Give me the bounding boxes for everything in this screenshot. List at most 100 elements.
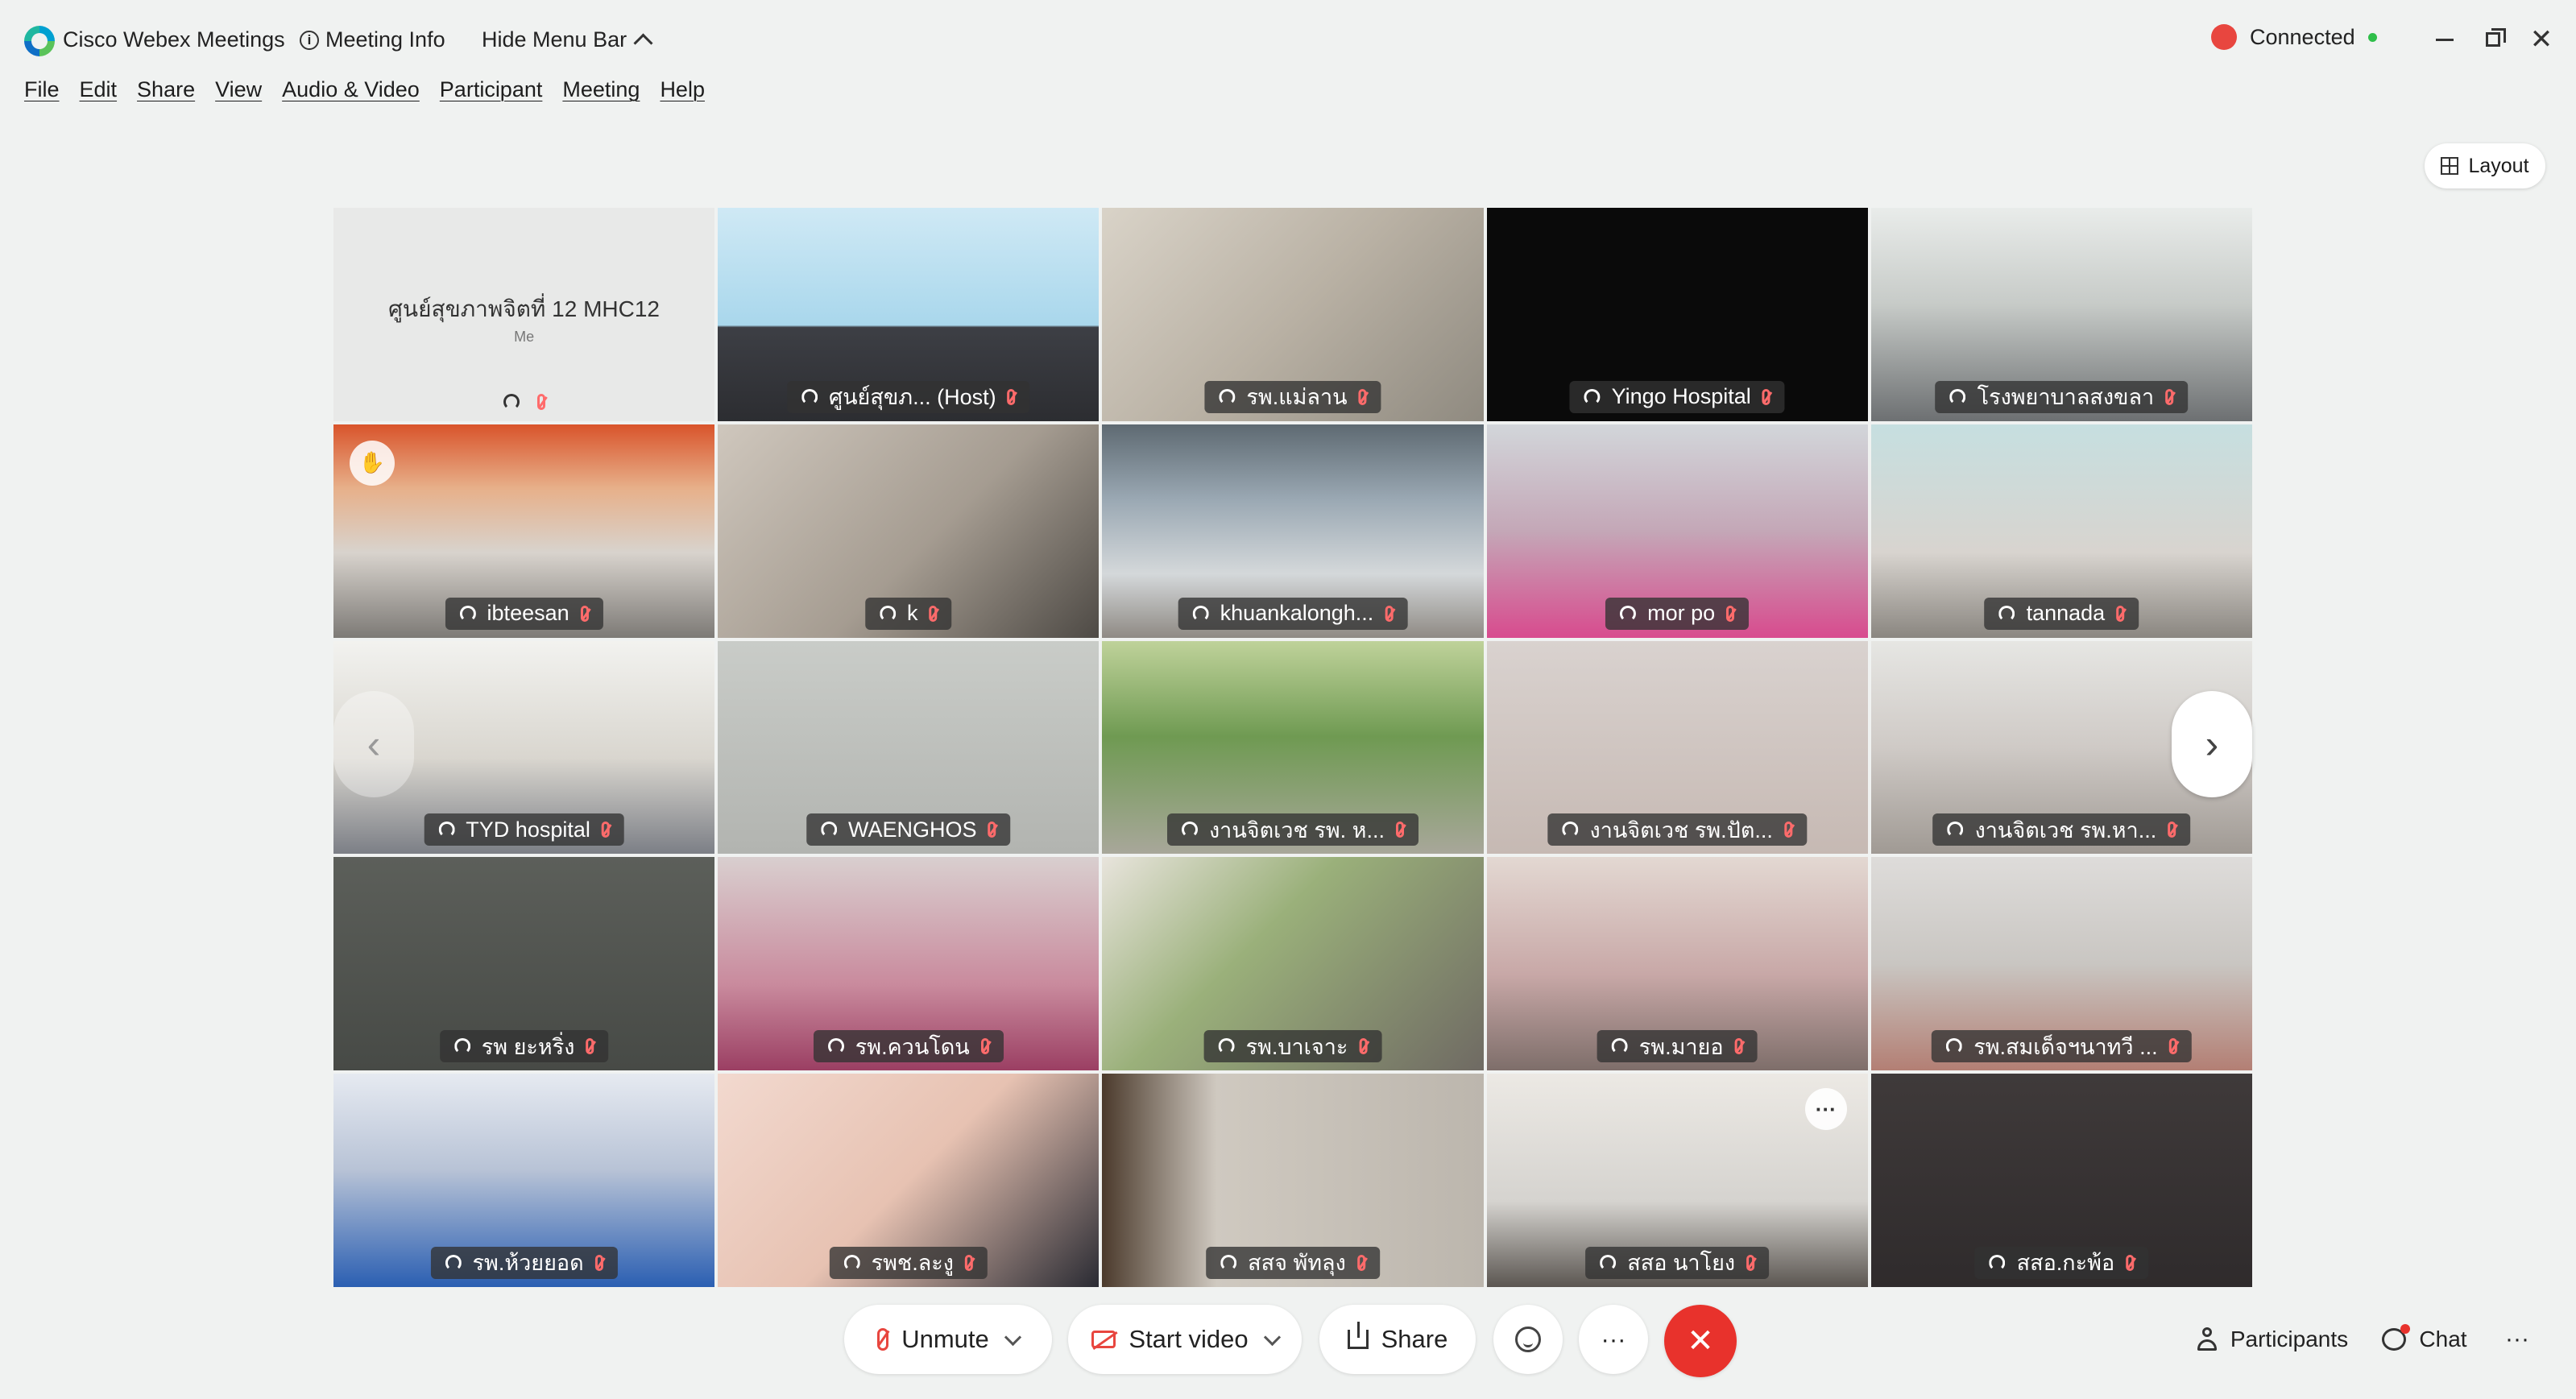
menu-share[interactable]: Share [137, 77, 195, 102]
close-button[interactable]: ✕ [2521, 19, 2562, 60]
layout-label: Layout [2468, 154, 2529, 177]
mic-muted-icon [1358, 388, 1367, 405]
more-icon: ··· [1601, 1325, 1626, 1353]
participant-video-tile[interactable]: รพ.ห้วยยอด [333, 1074, 715, 1287]
participant-video-tile[interactable]: สสอ.กะพ้อ [1870, 1074, 2252, 1287]
participant-video-tile[interactable]: k [718, 424, 1100, 638]
participant-video-tile[interactable]: ศูนย์สุขภ... (Host) [718, 208, 1100, 421]
minimize-icon [2436, 38, 2454, 41]
tile-more-options-button[interactable]: ··· [1804, 1088, 1847, 1131]
layout-button[interactable]: Layout [2425, 143, 2545, 188]
grid-layout-icon [2441, 157, 2459, 175]
close-icon: ✕ [1687, 1323, 1714, 1359]
participant-video-tile[interactable]: ··· สสอ นาโยง [1486, 1074, 1868, 1287]
mic-muted-icon [2168, 822, 2176, 838]
menu-view[interactable]: View [215, 77, 262, 102]
menu-file[interactable]: File [24, 77, 60, 102]
unmute-button[interactable]: Unmute [844, 1305, 1052, 1374]
audio-icon [453, 1038, 470, 1055]
mic-muted-icon [877, 1328, 889, 1351]
menu-participant[interactable]: Participant [440, 77, 543, 102]
participant-name: mor po [1647, 601, 1716, 626]
audio-icon [880, 605, 897, 622]
participant-name-label: รพ.สมเด็จฯนาทวี ... [1932, 1030, 2192, 1063]
participant-video-tile[interactable]: รพช.ละงู [718, 1074, 1100, 1287]
participant-video-tile[interactable]: khuankalongh... [1102, 424, 1484, 638]
chevron-down-icon[interactable] [1004, 1328, 1021, 1346]
chat-button[interactable]: Chat [2368, 1305, 2481, 1374]
self-name: ศูนย์สุขภาพจิตที่ 12 MHC12 [388, 296, 661, 321]
participant-name: งานจิตเวช รพ.หา... [1974, 817, 2157, 842]
audio-icon [1218, 1038, 1235, 1055]
participant-video-tile[interactable]: ✋ ibteesan [333, 424, 715, 638]
share-icon [1347, 1322, 1369, 1349]
info-icon: i [300, 30, 319, 50]
mic-muted-icon [2165, 388, 2174, 405]
participant-name-label: งานจิตเวช รพ.หา... [1932, 813, 2191, 846]
participant-name-label: khuankalongh... [1178, 597, 1408, 630]
previous-page-button[interactable]: ‹ [333, 691, 414, 797]
smile-icon [1515, 1327, 1541, 1352]
participant-name-label: งานจิตเวช รพ.ปัต... [1547, 813, 1807, 846]
leave-meeting-button[interactable]: ✕ [1664, 1305, 1737, 1377]
menu-meeting[interactable]: Meeting [562, 77, 640, 102]
participant-video-tile[interactable]: สสจ พัทลุง [1102, 1074, 1484, 1287]
participant-name-label: TYD hospital [424, 813, 624, 846]
participant-video-tile[interactable]: Yingo Hospital [1486, 208, 1868, 421]
mic-muted-icon [1726, 605, 1735, 622]
chevron-right-icon: › [2205, 722, 2219, 767]
menu-help[interactable]: Help [660, 77, 705, 102]
participant-video-tile[interactable]: mor po [1486, 424, 1868, 638]
participant-name: ibteesan [487, 601, 569, 626]
participants-button[interactable]: Participants [2167, 1305, 2378, 1374]
mic-muted-icon [586, 1038, 594, 1055]
audio-icon [445, 1254, 462, 1271]
video-off-icon [1091, 1331, 1116, 1348]
participant-video-tile[interactable]: รพ.สมเด็จฯนาทวี ... [1870, 857, 2252, 1071]
participant-video-tile[interactable]: งานจิตเวช รพ. ห... [1102, 640, 1484, 855]
participant-video-tile[interactable]: รพ.ควนโดน [718, 857, 1100, 1071]
next-page-button[interactable]: › [2172, 691, 2252, 797]
hide-menu-bar-button[interactable]: Hide Menu Bar [482, 27, 653, 53]
participant-name-label: รพ.ควนโดน [813, 1030, 1004, 1063]
menu-edit[interactable]: Edit [80, 77, 118, 102]
video-grid: ศูนย์สุขภาพจิตที่ 12 MHC12 Me ศูนย์สุขภ.… [333, 208, 2252, 1287]
participant-video-tile[interactable]: งานจิตเวช รพ.ปัต... [1486, 640, 1868, 855]
restore-button[interactable] [2473, 19, 2513, 60]
mic-muted-icon [1385, 605, 1394, 622]
participant-video-tile[interactable]: โรงพยาบาลสงขลา [1870, 208, 2252, 421]
restore-icon [2486, 28, 2506, 47]
audio-icon [1584, 388, 1601, 405]
participant-video-tile[interactable]: รพ.มายอ [1486, 857, 1868, 1071]
start-video-button[interactable]: Start video [1068, 1305, 1302, 1374]
participant-name-label: tannada [1984, 597, 2139, 630]
start-video-label: Start video [1129, 1325, 1249, 1353]
mic-muted-icon [1762, 388, 1770, 405]
participant-name: รพช.ละงู [871, 1251, 954, 1276]
participant-video-tile[interactable]: รพ.แม่ลาน [1102, 208, 1484, 421]
participant-name: สสจ พัทลุง [1248, 1251, 1346, 1276]
chevron-down-icon[interactable] [1263, 1328, 1281, 1346]
more-panels-button[interactable]: ··· [2485, 1305, 2549, 1374]
reactions-button[interactable] [1493, 1305, 1563, 1374]
participant-name: k [907, 601, 918, 626]
recording-icon[interactable] [2211, 24, 2237, 50]
audio-icon [1219, 388, 1236, 405]
participant-name-label: k [865, 597, 952, 630]
more-options-button[interactable]: ··· [1579, 1305, 1648, 1374]
menu-audio-video[interactable]: Audio & Video [282, 77, 420, 102]
participant-video-tile[interactable]: รพ ยะหริ่ง [333, 857, 715, 1071]
share-button[interactable]: Share [1319, 1305, 1476, 1374]
participant-video-tile[interactable]: WAENGHOS [718, 640, 1100, 855]
participant-video-tile[interactable]: tannada [1870, 424, 2252, 638]
audio-icon [843, 1254, 860, 1271]
participant-name-label: รพช.ละงู [829, 1246, 988, 1279]
self-label: Me [514, 329, 535, 345]
minimize-button[interactable] [2425, 19, 2465, 60]
close-icon: ✕ [2529, 24, 2553, 55]
participant-name-label: รพ ยะหริ่ง [439, 1030, 609, 1063]
participant-name: รพ.มายอ [1638, 1034, 1724, 1059]
self-video-tile[interactable]: ศูนย์สุขภาพจิตที่ 12 MHC12 Me [333, 208, 715, 421]
meeting-info-button[interactable]: i Meeting Info [300, 27, 445, 52]
participant-video-tile[interactable]: รพ.บาเจาะ [1102, 857, 1484, 1071]
